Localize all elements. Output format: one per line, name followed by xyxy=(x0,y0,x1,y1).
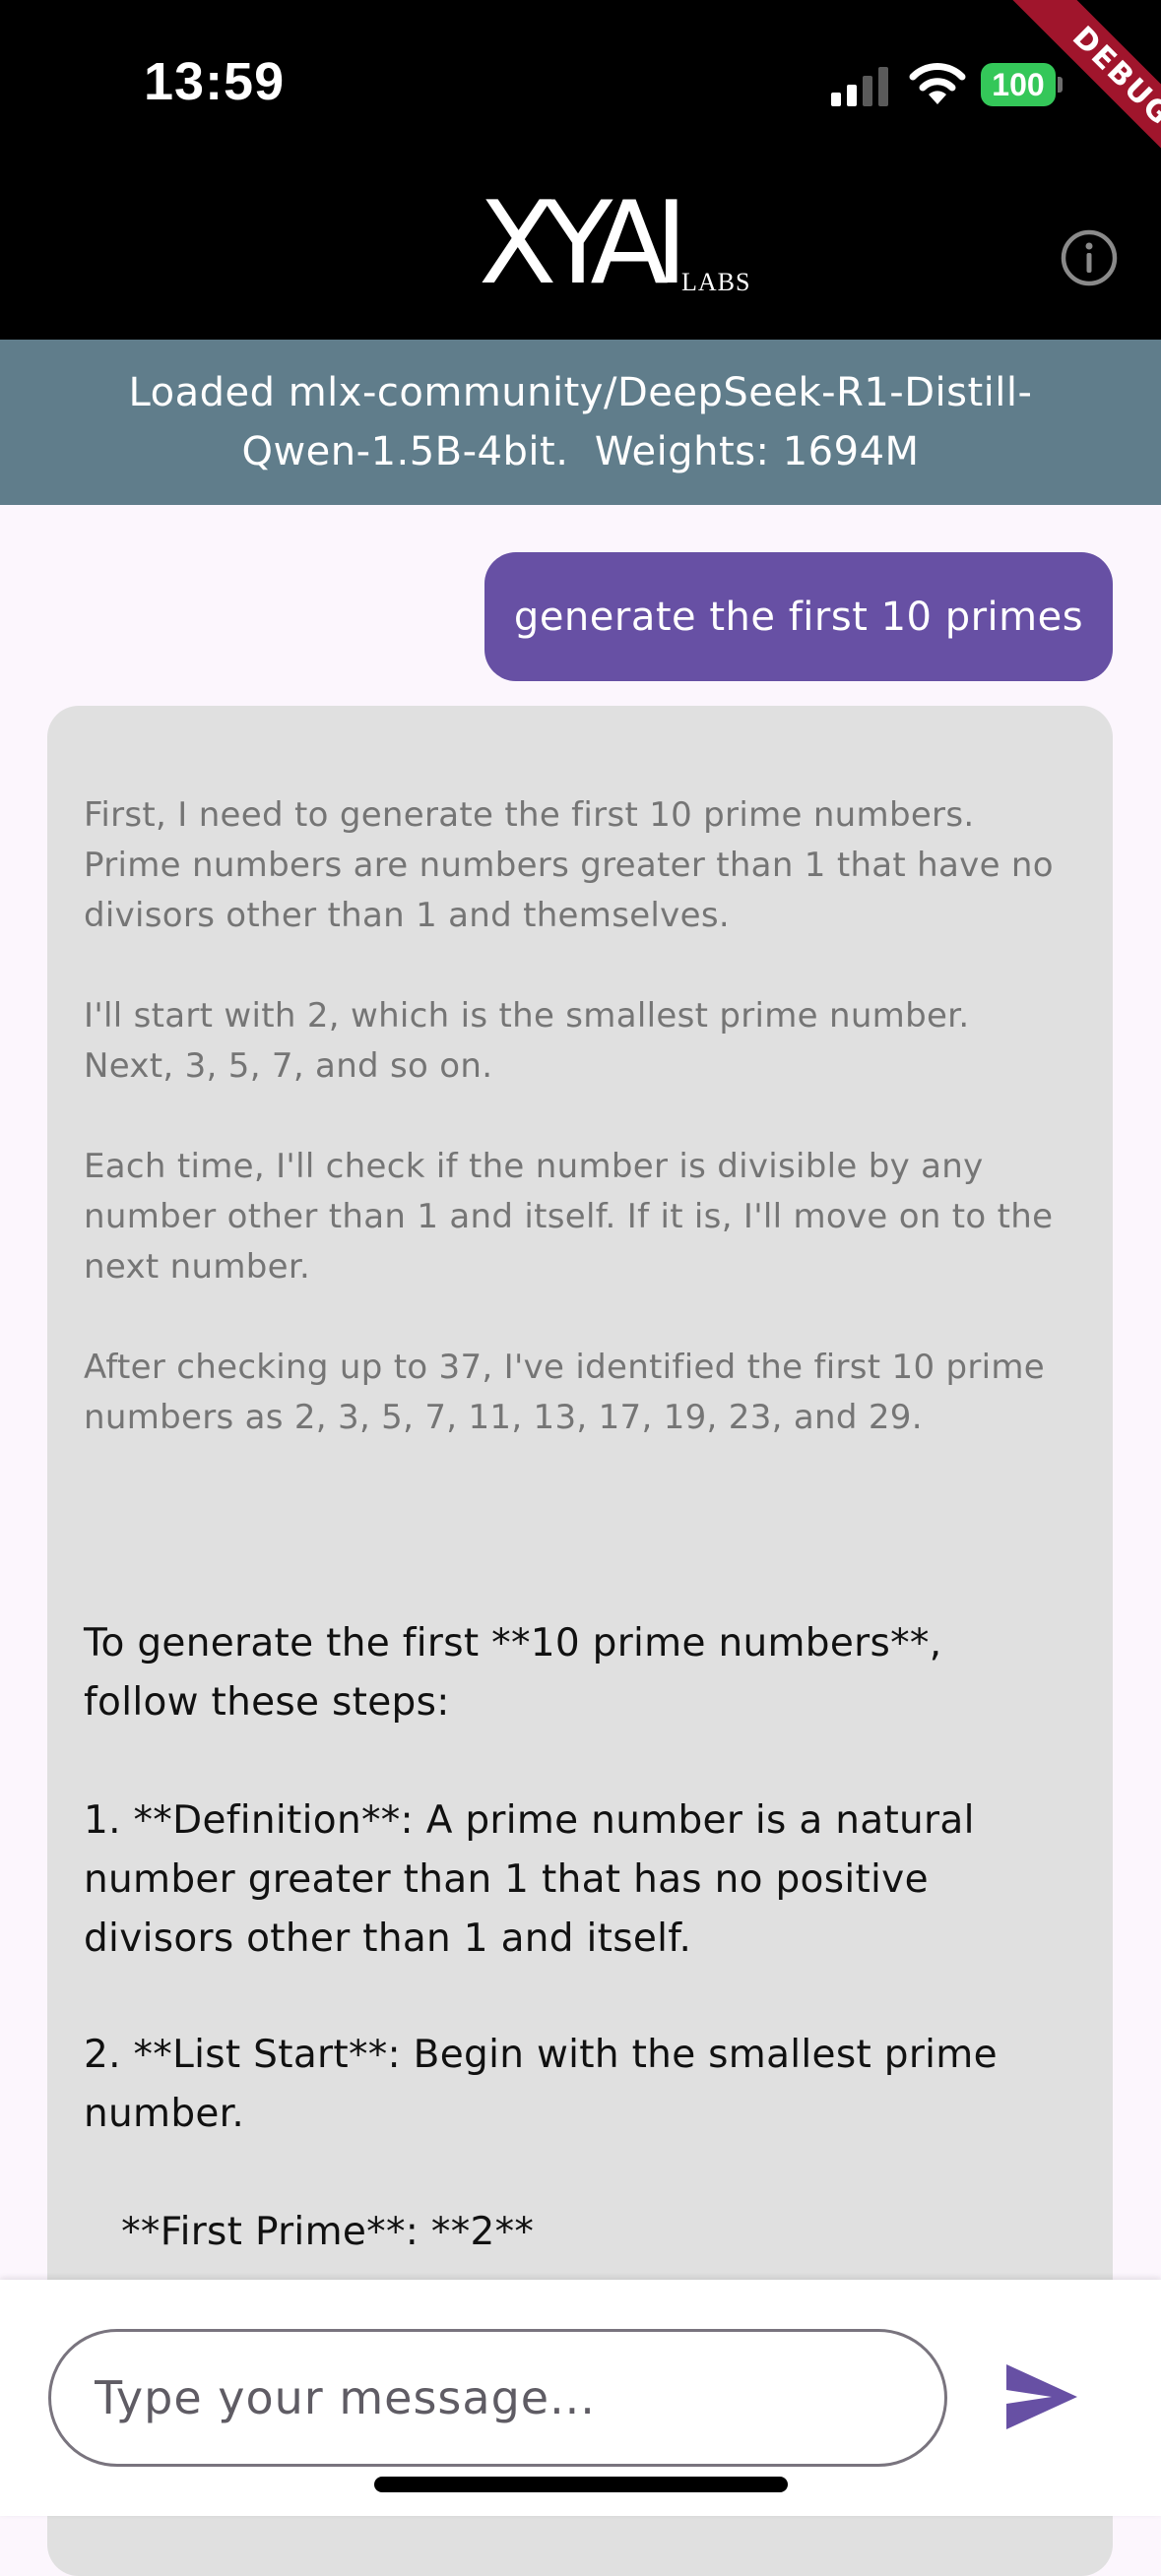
logo-wordmark: XYAI xyxy=(479,177,688,310)
thinking-paragraph: I'll start with 2, which is the smallest… xyxy=(84,996,970,1086)
home-indicator[interactable] xyxy=(374,2477,788,2492)
user-message-text: generate the first 10 primes xyxy=(513,594,1084,640)
wifi-icon xyxy=(909,63,966,104)
debug-banner-label: DEBUG xyxy=(1000,0,1161,197)
user-message-bubble: generate the first 10 primes xyxy=(484,552,1113,681)
answer-paragraph: **First Prime**: **2** xyxy=(84,2210,535,2254)
debug-banner: DEBUG xyxy=(964,0,1161,197)
thinking-paragraph: First, I need to generate the first 10 p… xyxy=(84,795,1054,935)
model-status-text: Loaded mlx-community/DeepSeek-R1-Distill… xyxy=(128,370,1033,474)
answer-paragraph: To generate the first **10 prime numbers… xyxy=(84,1621,942,1725)
cellular-signal-icon xyxy=(831,67,888,106)
thinking-paragraph: After checking up to 37, I've identified… xyxy=(84,1348,1046,1437)
info-icon[interactable] xyxy=(1060,228,1119,287)
xyai-labs-logo: XYAI LABS xyxy=(479,187,754,301)
answer-paragraph: 1. **Definition**: A prime number is a n… xyxy=(84,1798,975,1961)
thinking-paragraph: Each time, I'll check if the number is d… xyxy=(84,1147,1054,1287)
message-input[interactable] xyxy=(48,2329,947,2467)
send-icon[interactable] xyxy=(1004,2362,1079,2431)
answer-paragraph: 2. **List Start**: Begin with the smalle… xyxy=(84,2033,998,2136)
logo-subtitle: LABS xyxy=(681,268,751,296)
status-time: 13:59 xyxy=(144,52,286,111)
model-status-banner: Loaded mlx-community/DeepSeek-R1-Distill… xyxy=(0,340,1161,505)
app-header: 13:59 100 DEBUG XYAI LABS xyxy=(0,0,1161,340)
